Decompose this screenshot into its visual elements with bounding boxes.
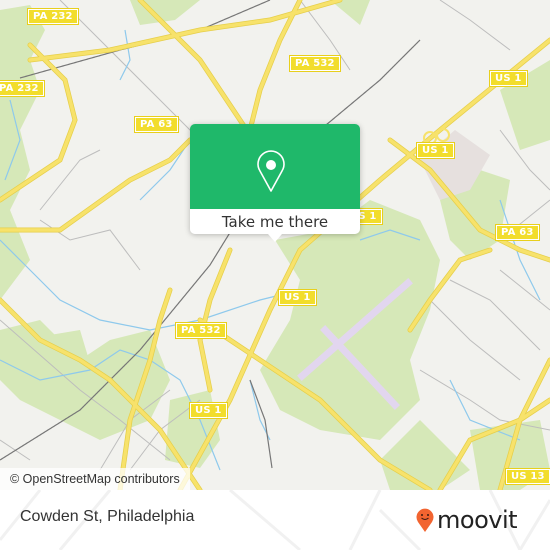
popup-header[interactable]: [190, 124, 360, 209]
map-view[interactable]: PA 232 PA 232 PA 532 PA 63 US 1 US 1 US …: [0, 0, 550, 490]
map-attribution[interactable]: © OpenStreetMap contributors: [0, 468, 190, 490]
route-shield-pa232: PA 232: [0, 80, 45, 97]
take-me-there-button[interactable]: Take me there: [190, 209, 360, 234]
moovit-logo[interactable]: moovit: [415, 504, 518, 536]
map-canvas: [0, 0, 550, 490]
moovit-pin-icon: [416, 508, 434, 532]
route-shield-pa532: PA 532: [289, 55, 341, 72]
route-shield-us1: US 1: [189, 402, 228, 419]
moovit-wordmark: moovit: [437, 506, 518, 534]
route-shield-pa63: PA 63: [134, 116, 179, 133]
popup-pointer: [268, 234, 282, 242]
route-shield-us1: US 1: [416, 142, 455, 159]
route-shield-pa532: PA 532: [175, 322, 227, 339]
location-popup[interactable]: Take me there: [190, 124, 360, 242]
route-shield-us13: US 13: [505, 468, 550, 485]
route-shield-pa232: PA 232: [27, 8, 79, 25]
route-shield-pa63: PA 63: [495, 224, 540, 241]
route-shield-us1: US 1: [489, 70, 528, 87]
map-pin-icon: [257, 150, 285, 192]
route-shield-us1: US 1: [278, 289, 317, 306]
place-name: Cowden St, Philadelphia: [20, 508, 195, 525]
parks: [0, 0, 550, 490]
footer-bar: Cowden St, Philadelphia moovit: [0, 490, 550, 550]
